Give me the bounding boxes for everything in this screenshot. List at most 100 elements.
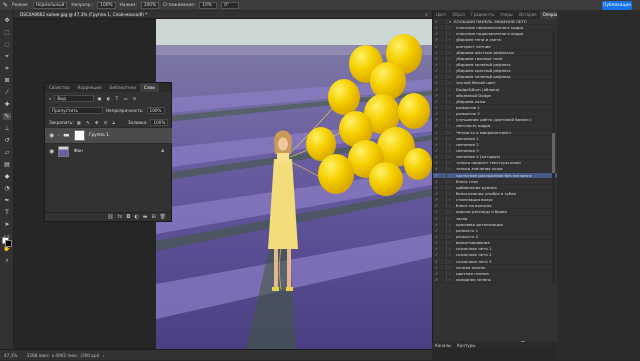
chevron-right-icon[interactable]: › bbox=[58, 132, 60, 137]
check-icon[interactable]: ✓ bbox=[433, 50, 440, 55]
chevron-right-icon[interactable]: › bbox=[449, 216, 456, 221]
opacity-field[interactable]: 100% bbox=[97, 1, 116, 9]
dialog-toggle[interactable] bbox=[440, 31, 447, 37]
tab-channels[interactable]: Каналы bbox=[432, 342, 454, 349]
check-icon[interactable]: ✓ bbox=[433, 105, 440, 110]
move-tool-icon[interactable]: ✥ bbox=[3, 17, 11, 24]
dialog-toggle[interactable] bbox=[440, 98, 447, 104]
dialog-toggle[interactable] bbox=[440, 37, 447, 43]
layer-mask-thumbnail[interactable] bbox=[74, 130, 85, 141]
chevron-right-icon[interactable]: › bbox=[449, 123, 456, 128]
dialog-toggle[interactable] bbox=[440, 49, 447, 55]
check-icon[interactable]: ✓ bbox=[433, 240, 440, 245]
check-icon[interactable]: ✓ bbox=[433, 173, 440, 178]
new-layer-icon[interactable]: ⊞ bbox=[151, 213, 155, 221]
dialog-toggle[interactable] bbox=[440, 105, 447, 111]
dialog-toggle[interactable] bbox=[440, 148, 447, 154]
check-icon[interactable]: ✓ bbox=[433, 123, 440, 128]
chevron-right-icon[interactable]: › bbox=[449, 56, 456, 61]
dialog-toggle[interactable] bbox=[440, 264, 447, 270]
check-icon[interactable]: ✓ bbox=[433, 80, 440, 85]
dialog-toggle[interactable] bbox=[440, 233, 447, 239]
chevron-right-icon[interactable]: › bbox=[449, 259, 456, 264]
eyedropper-tool-icon[interactable]: ⁄ bbox=[3, 89, 11, 96]
layer-row-background[interactable]: ◉ Фон 🔒︎ bbox=[45, 143, 172, 159]
layer-thumbnail[interactable] bbox=[58, 146, 69, 157]
path-select-tool-icon[interactable]: ➤ bbox=[3, 221, 11, 228]
check-icon[interactable]: ✓ bbox=[433, 203, 440, 208]
chevron-right-icon[interactable]: › bbox=[449, 246, 456, 251]
chevron-right-icon[interactable]: › bbox=[449, 37, 456, 42]
chevron-right-icon[interactable]: › bbox=[449, 166, 456, 171]
action-item[interactable]: ✓ › холодная зелень bbox=[433, 276, 558, 284]
dialog-toggle[interactable] bbox=[440, 270, 447, 276]
tab-paths[interactable]: Контуры bbox=[454, 342, 478, 349]
layer-name[interactable]: Фон bbox=[74, 148, 83, 153]
smoothing-field[interactable]: 10% bbox=[199, 1, 218, 9]
lasso-tool-icon[interactable]: ◌ bbox=[3, 41, 11, 48]
check-icon[interactable]: ✓ bbox=[433, 31, 440, 36]
layer-row-group[interactable]: ◉ › ▬ Группа 1 bbox=[45, 127, 172, 143]
eye-icon[interactable]: ◉ bbox=[49, 148, 54, 155]
dialog-toggle[interactable] bbox=[440, 62, 447, 68]
dialog-toggle[interactable] bbox=[440, 240, 447, 246]
check-icon[interactable]: ✓ bbox=[433, 265, 440, 270]
dialog-toggle[interactable] bbox=[440, 215, 447, 221]
crop-tool-icon[interactable]: ⌗ bbox=[3, 65, 11, 72]
dialog-toggle[interactable] bbox=[440, 246, 447, 252]
dialog-toggle[interactable] bbox=[440, 92, 447, 98]
dialog-toggle[interactable] bbox=[440, 111, 447, 117]
dialog-toggle[interactable] bbox=[440, 197, 447, 203]
chevron-right-icon[interactable]: › bbox=[449, 117, 456, 122]
chevron-right-icon[interactable]: › bbox=[449, 74, 456, 79]
check-icon[interactable]: ✓ bbox=[433, 37, 440, 42]
dialog-toggle[interactable] bbox=[440, 19, 447, 25]
dialog-toggle[interactable] bbox=[440, 25, 447, 31]
check-icon[interactable]: ✓ bbox=[433, 234, 440, 239]
check-icon[interactable]: ✓ bbox=[433, 117, 440, 122]
mode-select[interactable]: Нормальный bbox=[32, 1, 68, 9]
tab-color[interactable]: Цвет bbox=[433, 11, 449, 19]
chevron-right-icon[interactable]: › bbox=[449, 160, 456, 165]
dialog-toggle[interactable] bbox=[440, 55, 447, 61]
dialog-toggle[interactable] bbox=[440, 258, 447, 264]
check-icon[interactable]: ✓ bbox=[433, 179, 440, 184]
pressure-field[interactable]: 100% bbox=[140, 1, 160, 9]
fx-icon[interactable]: fx bbox=[118, 213, 123, 221]
eraser-tool-icon[interactable]: ▱ bbox=[3, 149, 11, 156]
check-icon[interactable]: ✓ bbox=[433, 154, 440, 159]
dialog-toggle[interactable] bbox=[440, 117, 447, 123]
marquee-tool-icon[interactable]: ⬚ bbox=[3, 29, 11, 36]
dialog-toggle[interactable] bbox=[440, 172, 447, 178]
tab-layers[interactable]: Слои bbox=[139, 83, 159, 92]
chevron-right-icon[interactable]: › bbox=[449, 99, 456, 104]
chevron-right-icon[interactable]: › bbox=[449, 80, 456, 85]
dialog-toggle[interactable] bbox=[440, 191, 447, 196]
link-icon[interactable]: ⛓ bbox=[107, 213, 113, 221]
actions-scrollbar[interactable] bbox=[552, 33, 555, 283]
blend-mode-select[interactable]: Пропустить bbox=[49, 107, 103, 114]
brush-tool-icon[interactable]: ✎ bbox=[3, 2, 8, 9]
check-icon[interactable]: ✓ bbox=[433, 87, 440, 92]
chevron-right-icon[interactable]: › bbox=[449, 87, 456, 92]
chevron-right-icon[interactable]: › bbox=[449, 142, 456, 147]
check-icon[interactable]: ✓ bbox=[433, 74, 440, 79]
chevron-right-icon[interactable]: › bbox=[449, 197, 456, 202]
tab-gradients[interactable]: Градиенты bbox=[468, 11, 497, 19]
chevron-right-icon[interactable]: › bbox=[449, 179, 456, 184]
trash-icon[interactable]: 🗑︎ bbox=[160, 213, 166, 221]
brush-tool-icon[interactable]: ✎ bbox=[3, 113, 11, 120]
group-icon[interactable]: ▬ bbox=[143, 213, 148, 221]
chevron-right-icon[interactable]: › bbox=[449, 271, 456, 276]
check-icon[interactable]: ✓ bbox=[433, 148, 440, 153]
check-icon[interactable]: ✓ bbox=[433, 25, 440, 30]
check-icon[interactable]: ✓ bbox=[433, 252, 440, 257]
chevron-right-icon[interactable]: › bbox=[449, 203, 456, 208]
dialog-toggle[interactable] bbox=[440, 129, 447, 135]
eye-icon[interactable]: ◉ bbox=[49, 132, 54, 139]
dialog-toggle[interactable] bbox=[440, 221, 447, 227]
chevron-right-icon[interactable]: › bbox=[449, 105, 456, 110]
dialog-toggle[interactable] bbox=[440, 68, 447, 74]
pen-tool-icon[interactable]: ✒ bbox=[3, 197, 11, 204]
dialog-toggle[interactable] bbox=[440, 184, 447, 190]
